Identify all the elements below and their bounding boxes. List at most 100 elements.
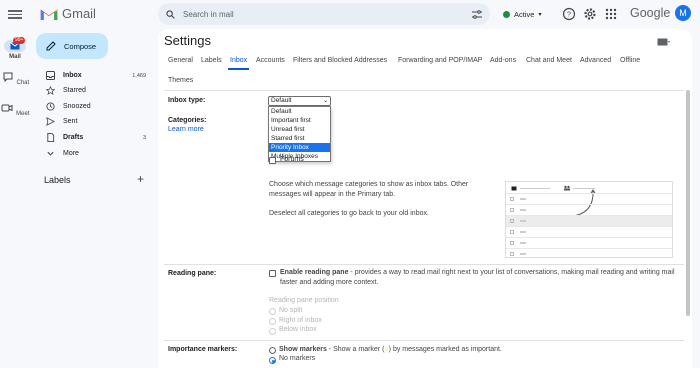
gmail-wordmark: Gmail [62, 6, 96, 21]
compose-button[interactable]: Compose [36, 33, 108, 59]
avatar[interactable]: M [675, 5, 691, 21]
chevron-down-icon [47, 151, 54, 156]
chat-icon [3, 72, 13, 83]
gmail-logo[interactable]: Gmail [40, 6, 96, 21]
inbox-type-select[interactable]: Default ⌄ [268, 96, 331, 106]
radio-right-of-inbox[interactable] [269, 318, 276, 325]
gmail-m-icon [40, 9, 58, 20]
chevron-down-icon: ⌄ [322, 98, 328, 104]
tab-accounts[interactable]: Accounts [256, 57, 285, 64]
page-title: Settings [164, 33, 211, 48]
main-menu-button[interactable] [8, 8, 22, 20]
dropdown-option-unread-first[interactable]: Unread first [269, 125, 330, 134]
tab-offline[interactable]: Offline [620, 57, 640, 64]
drafts-count: 3 [142, 134, 146, 141]
rail-meet[interactable]: Meet [0, 103, 30, 117]
star-icon [46, 86, 55, 95]
tab-general[interactable]: General [168, 57, 193, 64]
categories-description: Choose which message categories to show … [269, 181, 469, 188]
inbox-type-label: Inbox type: [168, 97, 206, 104]
search-icon[interactable] [166, 9, 175, 19]
learn-more-link[interactable]: Learn more [168, 126, 204, 133]
clock-icon [46, 102, 55, 111]
radio-no-split[interactable] [269, 308, 276, 315]
status-dot-icon [503, 10, 510, 18]
categories-description: Deselect all categories to go back to yo… [269, 210, 429, 217]
radio-show-markers[interactable] [269, 347, 276, 354]
illustration-row [506, 237, 672, 248]
dropdown-option-default[interactable]: Default [269, 107, 330, 116]
section-divider [164, 340, 684, 341]
sidebar-item-starred[interactable]: Starred [36, 83, 156, 98]
tab-chat-meet[interactable]: Chat and Meet [526, 57, 572, 64]
draft-icon [47, 133, 55, 142]
radio-no-markers[interactable] [269, 357, 276, 364]
search-input[interactable]: Search in mail [183, 10, 472, 19]
sidebar-item-label: Starred [63, 87, 86, 94]
pencil-icon [46, 41, 56, 51]
radio-no-split-label: No split [279, 307, 303, 314]
sidebar-item-inbox[interactable]: Inbox 1,469 [36, 68, 156, 83]
tab-addons[interactable]: Add-ons [490, 57, 516, 64]
reading-pane-description: Enable reading pane - provides a way to … [280, 268, 680, 278]
add-label-button[interactable]: + [137, 172, 144, 186]
labels-heading: Labels [44, 175, 71, 185]
reading-pane-label: Reading pane: [168, 270, 217, 277]
forums-checkbox[interactable] [269, 157, 276, 164]
keyboard-icon[interactable] [657, 38, 671, 46]
active-tab-indicator [228, 68, 249, 70]
google-logo[interactable]: Google [630, 6, 670, 20]
tab-advanced[interactable]: Advanced [580, 57, 611, 64]
apps-grid-icon[interactable] [604, 7, 618, 21]
search-bar[interactable]: Search in mail [158, 3, 490, 25]
categories-label: Categories: [168, 117, 207, 124]
inbox-type-dropdown[interactable]: Default Important first Unread first Sta… [268, 106, 331, 162]
radio-below-inbox[interactable] [269, 328, 276, 335]
inbox-type-value: Default [271, 97, 292, 104]
tab-inbox[interactable]: Inbox [230, 57, 247, 64]
video-camera-icon [1, 104, 13, 112]
tab-themes[interactable]: Themes [168, 77, 193, 84]
forums-label: Forums [280, 156, 304, 163]
reading-pane-description-line2: faster and adding more context. [280, 279, 379, 286]
sidebar-item-snoozed[interactable]: Snoozed [36, 99, 156, 114]
rail-chat[interactable]: Chat [0, 72, 30, 86]
inbox-icon [46, 71, 55, 80]
rail-chat-label: Chat [16, 80, 30, 86]
tab-filters[interactable]: Filters and Blocked Addresses [293, 57, 387, 64]
rail-mail-label: Mail [9, 54, 21, 60]
sidebar-item-label: Sent [63, 118, 78, 125]
sidebar-item-sent[interactable]: Sent [36, 114, 156, 129]
sidebar-item-drafts[interactable]: Drafts 3 [36, 130, 156, 145]
sidebar-item-label: Drafts [63, 134, 84, 141]
no-markers-label: No markers [279, 355, 316, 362]
dropdown-option-priority-inbox[interactable]: Priority Inbox [269, 143, 330, 152]
sidebar-item-label: Inbox [63, 72, 82, 79]
tab-divider [164, 90, 684, 91]
search-options-icon[interactable] [472, 9, 482, 19]
inbox-tabs-illustration [505, 181, 673, 258]
dropdown-option-starred-first[interactable]: Starred first [269, 134, 330, 143]
compose-label: Compose [64, 41, 97, 51]
importance-markers-label: Importance markers: [168, 346, 238, 353]
reading-pane-enable-label: Enable reading pane [280, 269, 349, 276]
inbox-icon [511, 186, 517, 191]
sidebar-item-label: More [63, 150, 79, 157]
illustration-row [506, 193, 672, 204]
radio-below-inbox-label: Below inbox [279, 326, 317, 333]
illustration-row [506, 204, 672, 215]
tab-forwarding[interactable]: Forwarding and POP/IMAP [398, 57, 482, 64]
illustration-tab-line [520, 188, 550, 189]
dropdown-option-important-first[interactable]: Important first [269, 116, 330, 125]
help-icon[interactable]: ? [562, 7, 576, 21]
chevron-down-icon: ▾ [538, 11, 542, 18]
sidebar-item-more[interactable]: More [36, 146, 156, 161]
scrollbar[interactable] [686, 90, 690, 316]
show-markers-text-end: ) by messages marked as important. [388, 346, 502, 353]
tab-labels[interactable]: Labels [201, 57, 222, 64]
send-icon [46, 117, 55, 126]
gear-icon[interactable] [583, 7, 597, 21]
status-dropdown[interactable]: Active ▾ [503, 6, 541, 22]
reading-pane-checkbox[interactable] [269, 270, 276, 277]
inbox-count: 1,469 [132, 72, 146, 79]
